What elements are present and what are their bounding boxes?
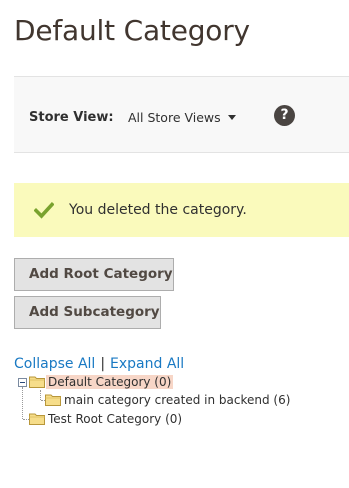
message-text: You deleted the category. [69,202,247,218]
expand-all-link[interactable]: Expand All [110,356,184,372]
store-view-label: Store View: [29,110,114,125]
store-view-selected: All Store Views [128,110,221,125]
collapse-toggle-icon[interactable] [18,378,27,387]
checkmark-icon [34,201,54,219]
tree-connector [22,387,23,419]
page-title: Default Category [14,14,250,47]
success-message: You deleted the category. [14,183,349,237]
tree-actions-separator: | [100,356,106,372]
tree-node-label: Default Category (0) [46,375,174,389]
folder-icon [29,413,45,425]
add-root-category-button[interactable]: Add Root Category [14,258,174,291]
add-subcategory-button[interactable]: Add Subcategory [14,296,161,329]
category-tree: Default Category (0) main category creat… [14,373,344,433]
caret-down-icon [227,115,236,120]
folder-icon [45,394,61,406]
question-mark-icon[interactable]: ? [274,105,295,126]
collapse-all-link[interactable]: Collapse All [14,356,95,372]
tree-node-default-category[interactable]: Default Category (0) [29,373,174,391]
tree-connector [40,390,41,400]
store-view-switcher[interactable]: All Store Views [128,110,236,125]
tree-node-test-root-category[interactable]: Test Root Category (0) [29,410,184,428]
store-view-bar: Store View: All Store Views ? [14,76,349,153]
tree-node-label: main category created in backend (6) [64,393,291,407]
tree-node-label: Test Root Category (0) [48,412,183,426]
tree-actions: Collapse All | Expand All [14,356,184,372]
folder-icon [29,376,45,388]
tree-node-main-category[interactable]: main category created in backend (6) [45,391,292,409]
